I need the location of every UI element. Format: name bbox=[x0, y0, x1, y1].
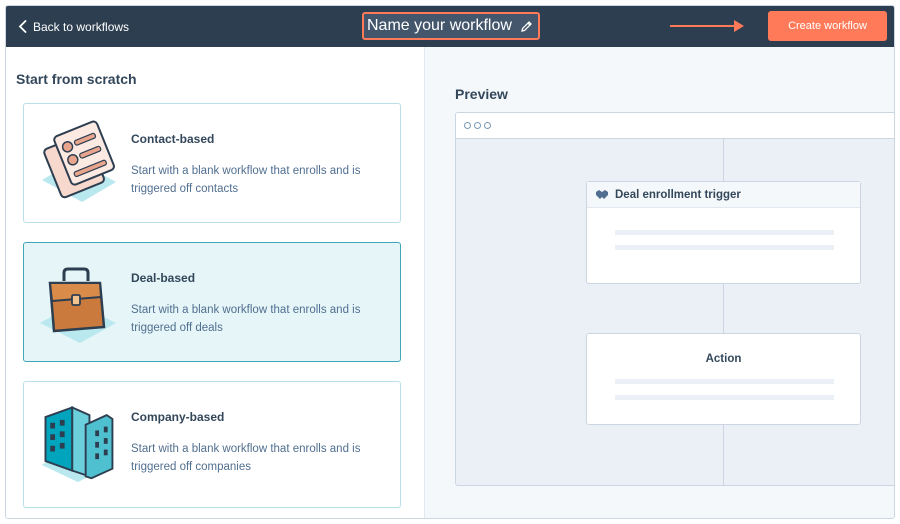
window-dot bbox=[484, 122, 491, 129]
window-dot bbox=[464, 122, 471, 129]
handshake-icon bbox=[596, 190, 608, 199]
section-title: Start from scratch bbox=[16, 71, 137, 87]
workflow-name-field[interactable]: Name your workflow bbox=[362, 12, 540, 40]
action-node-label: Action bbox=[705, 353, 742, 365]
placeholder-line bbox=[615, 379, 834, 384]
briefcase-illustration-icon bbox=[40, 267, 116, 343]
browser-bar bbox=[456, 113, 894, 139]
contact-cards-illustration-icon bbox=[42, 120, 116, 202]
back-link-label: Back to workflows bbox=[33, 19, 130, 34]
back-to-workflows-link[interactable]: Back to workflows bbox=[18, 6, 129, 47]
card-title: Deal-based bbox=[131, 271, 196, 285]
chevron-left-icon bbox=[18, 20, 27, 33]
preview-browser-window: Deal enrollment trigger Action bbox=[455, 112, 894, 486]
create-workflow-button[interactable]: Create workflow bbox=[768, 11, 887, 41]
building-illustration-icon bbox=[41, 406, 115, 483]
deal-based-card[interactable]: Deal-based Start with a blank workflow t… bbox=[23, 242, 401, 362]
card-description: Start with a blank workflow that enrolls… bbox=[131, 304, 361, 334]
arrow-right-icon bbox=[670, 20, 744, 32]
card-title: Contact-based bbox=[131, 132, 215, 146]
card-description: Start with a blank workflow that enrolls… bbox=[131, 165, 361, 195]
placeholder-line bbox=[615, 230, 834, 235]
trigger-node-label: Deal enrollment trigger bbox=[615, 188, 741, 201]
card-title: Company-based bbox=[131, 410, 225, 424]
deal-enrollment-trigger-node: Deal enrollment trigger bbox=[586, 181, 861, 284]
company-based-card[interactable]: Company-based Start with a blank workflo… bbox=[23, 381, 401, 508]
preview-panel: Preview Deal enrollment trigger Action bbox=[424, 47, 894, 518]
card-description: Start with a blank workflow that enrolls… bbox=[131, 443, 361, 473]
workflow-create-window: Back to workflows Name your workflow Cre… bbox=[5, 5, 895, 519]
action-node: Action bbox=[586, 333, 861, 425]
placeholder-line bbox=[615, 245, 834, 250]
workflow-name-text: Name your workflow bbox=[367, 17, 512, 34]
placeholder-line bbox=[615, 395, 834, 400]
start-from-scratch-panel: Start from scratch Contact-based Start w… bbox=[6, 47, 424, 518]
contact-based-card[interactable]: Contact-based Start with a blank workflo… bbox=[23, 103, 401, 223]
trigger-node-header: Deal enrollment trigger bbox=[587, 182, 860, 208]
pencil-icon[interactable] bbox=[520, 20, 533, 33]
top-bar: Back to workflows Name your workflow Cre… bbox=[6, 6, 894, 47]
preview-title: Preview bbox=[455, 86, 508, 102]
window-dot bbox=[474, 122, 481, 129]
